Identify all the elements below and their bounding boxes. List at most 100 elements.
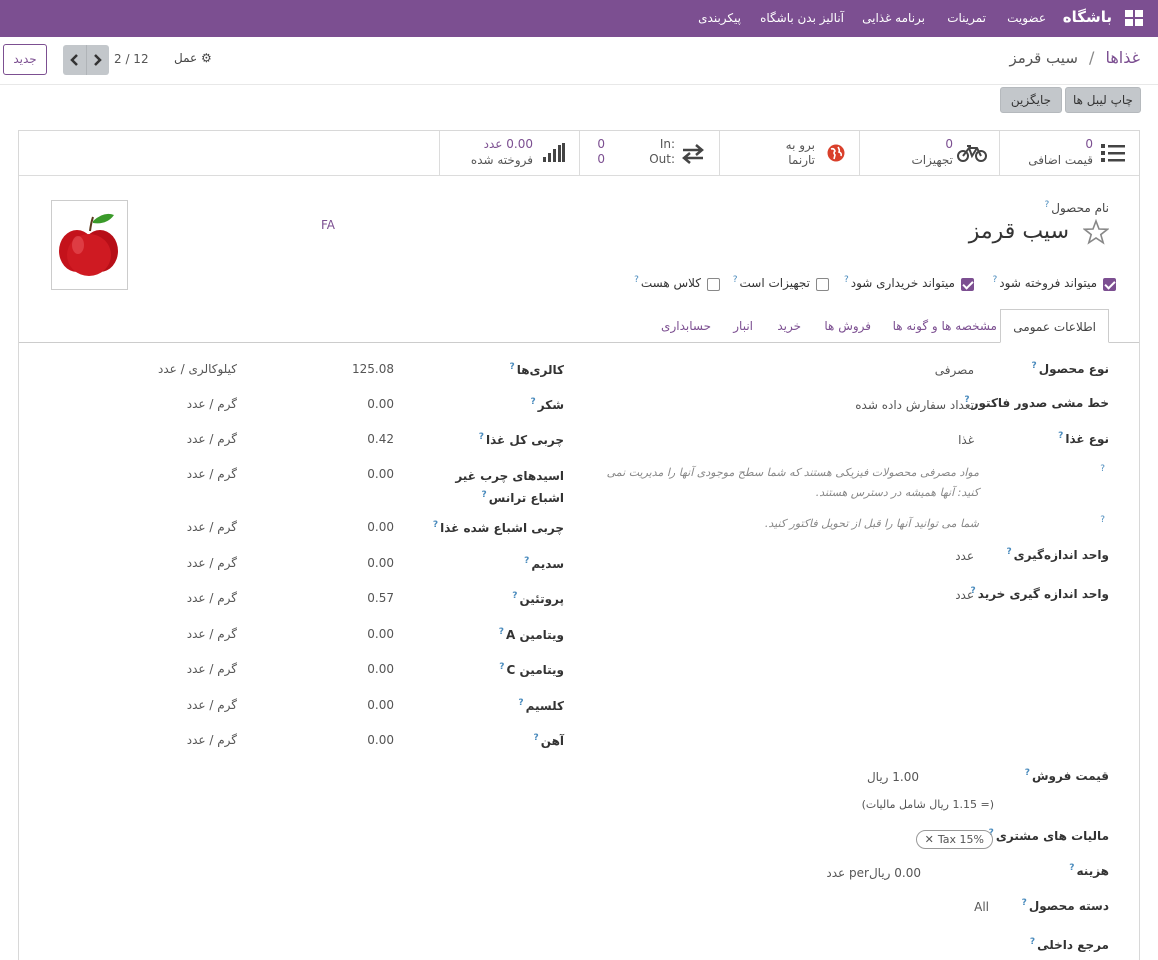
pager-prev-button[interactable] xyxy=(63,45,86,75)
apps-menu-icon[interactable] xyxy=(1125,10,1143,27)
nutrition-label: ویتامین A? xyxy=(498,627,564,642)
replenish-button[interactable]: جایگزین xyxy=(1000,87,1062,113)
tab-sales[interactable]: فروش ها xyxy=(824,309,871,343)
nutrition-value[interactable]: 0.00 xyxy=(367,662,394,676)
nutrition-unit: گرم / عدد xyxy=(186,397,237,411)
can-be-sold-checkbox[interactable] xyxy=(1103,278,1116,291)
website-line2: تارنما xyxy=(788,153,815,167)
nav-item-exercises[interactable]: تمرینات xyxy=(947,11,986,25)
nutrition-value[interactable]: 0.42 xyxy=(367,432,394,446)
language-button[interactable]: FA xyxy=(321,218,335,232)
divider xyxy=(0,84,1158,85)
is-class-label: کلاس هست? xyxy=(634,275,701,290)
tax-tag[interactable]: ✕ Tax 15% xyxy=(915,830,993,849)
sold-smart-button[interactable]: 0.00 عدد فروخته شده xyxy=(439,131,579,176)
nutrition-value[interactable]: 0.00 xyxy=(367,520,394,534)
nutrition-value[interactable]: 0.00 xyxy=(367,698,394,712)
is-equipment-checkbox[interactable] xyxy=(816,278,829,291)
nutrition-value[interactable]: 0.00 xyxy=(367,627,394,641)
food-type-label: نوع غذا? xyxy=(1058,431,1109,446)
out-label: Out: xyxy=(649,152,675,166)
nutrition-value[interactable]: 0.00 xyxy=(367,397,394,411)
nutrition-unit: گرم / عدد xyxy=(186,733,237,747)
variants-label: قیمت اضافی xyxy=(1028,153,1093,167)
tab-general-info[interactable]: اطلاعات عمومی xyxy=(1000,309,1109,343)
close-icon[interactable]: ✕ xyxy=(925,833,934,846)
print-labels-button[interactable]: چاپ لیبل ها xyxy=(1065,87,1141,113)
is-class-checkbox[interactable] xyxy=(707,278,720,291)
help-icon[interactable]: ? xyxy=(1100,515,1105,525)
new-button[interactable]: جدید xyxy=(3,44,47,75)
nutrition-unit: گرم / عدد xyxy=(186,627,237,641)
pager-value[interactable]: 2 / 12 xyxy=(114,52,149,66)
nutrition-label: آهن? xyxy=(533,733,564,748)
nutrition-label: کلسیم? xyxy=(518,698,564,713)
category-value[interactable]: All xyxy=(974,900,989,914)
product-name[interactable]: سیب قرمز xyxy=(969,219,1069,244)
form-sheet: 0 قیمت اضافی 0 تجهیزات برو به تارنما In:… xyxy=(18,130,1140,960)
nutrition-label: اسیدهای چرب غیر اشباع ترانس? xyxy=(455,469,564,505)
nutrition-unit: گرم / عدد xyxy=(186,698,237,712)
invoice-policy-label: خط مشی صدور فاکتور? xyxy=(964,395,1109,410)
in-label: In: xyxy=(659,137,675,151)
help-icon[interactable]: ? xyxy=(1100,464,1105,474)
nutrition-value[interactable]: 0.00 xyxy=(367,733,394,747)
nav-item-diet[interactable]: برنامه غذایی xyxy=(862,11,925,25)
pager-next-button[interactable] xyxy=(86,45,109,75)
nav-item-config[interactable]: پیکربندی xyxy=(698,11,741,25)
globe-icon xyxy=(827,144,845,162)
cost-label: هزینه? xyxy=(1069,863,1109,878)
breadcrumb-parent[interactable]: غذاها xyxy=(1105,48,1140,67)
product-type-value[interactable]: مصرفی xyxy=(935,363,974,377)
cost-value[interactable]: 0.00 ریالper عدد xyxy=(826,866,921,880)
in-out-smart-button[interactable]: In: 0 Out: 0 xyxy=(579,131,719,176)
sold-value: 0.00 عدد xyxy=(483,137,533,151)
action-menu[interactable]: ⚙ عمل xyxy=(174,51,212,65)
nutrition-value[interactable]: 0.00 xyxy=(367,556,394,570)
product-type-hint-line2: کنید: آنها همیشه در دسترس هستند. xyxy=(815,486,979,499)
equipment-label: تجهیزات xyxy=(911,153,954,167)
purchase-uom-value[interactable]: عدد xyxy=(955,588,974,602)
tax-included-price: (= 1.15 ریال شامل مالیات) xyxy=(861,798,994,811)
variants-smart-button[interactable]: 0 قیمت اضافی xyxy=(999,131,1139,176)
uom-value[interactable]: عدد xyxy=(955,549,974,563)
app-brand[interactable]: باشگاه xyxy=(1063,8,1112,26)
nav-item-membership[interactable]: عضویت xyxy=(1007,11,1046,25)
product-name-label: نام محصول? xyxy=(1044,200,1109,215)
nutrition-unit: گرم / عدد xyxy=(186,662,237,676)
nutrition-label: شکر? xyxy=(530,397,564,412)
chevron-right-icon xyxy=(94,54,102,66)
tab-attributes-variants[interactable]: مشخصه ها و گونه ها xyxy=(893,309,997,343)
tab-inventory[interactable]: انبار xyxy=(733,309,753,343)
customer-taxes-label: مالیات های مشتری? xyxy=(988,828,1109,843)
tab-purchase[interactable]: خرید xyxy=(777,309,801,343)
action-label: عمل xyxy=(174,51,198,65)
chevron-left-icon xyxy=(70,54,78,66)
nutrition-label: سدیم? xyxy=(524,556,564,571)
help-icon[interactable]: ? xyxy=(1044,200,1049,210)
equipment-smart-button[interactable]: 0 تجهیزات xyxy=(859,131,999,176)
out-value: 0 xyxy=(597,152,605,166)
tab-accounting[interactable]: حسابداری xyxy=(661,309,711,343)
nutrition-label: چربی کل غذا? xyxy=(478,432,564,447)
food-type-value[interactable]: غذا xyxy=(958,433,974,447)
invoice-policy-value[interactable]: تعداد سفارش داده شده xyxy=(855,398,974,412)
sale-price-value[interactable]: 1.00 ریال xyxy=(867,770,919,784)
product-type-label: نوع محصول? xyxy=(1031,361,1109,376)
nutrition-unit: گرم / عدد xyxy=(186,591,237,605)
product-image[interactable] xyxy=(51,200,128,290)
nutrition-label: ویتامین C? xyxy=(499,662,564,677)
star-icon[interactable] xyxy=(1083,219,1109,245)
equipment-count: 0 xyxy=(945,137,953,151)
nutrition-value[interactable]: 125.08 xyxy=(352,362,394,376)
can-be-purchased-checkbox[interactable] xyxy=(961,278,974,291)
nutrition-value[interactable]: 0.00 xyxy=(367,467,394,481)
website-smart-button[interactable]: برو به تارنما xyxy=(719,131,859,176)
in-value: 0 xyxy=(597,137,605,151)
nutrition-value[interactable]: 0.57 xyxy=(367,591,394,605)
top-navbar: باشگاه عضویت تمرینات برنامه غذایی آنالیز… xyxy=(0,0,1158,37)
nav-item-body-analysis[interactable]: آنالیز بدن باشگاه xyxy=(760,11,844,25)
nutrition-unit: گرم / عدد xyxy=(186,520,237,534)
nutrition-label: چربی اشباع شده غذا? xyxy=(432,520,564,535)
nutrition-unit: کیلوکالری / عدد xyxy=(157,362,237,376)
